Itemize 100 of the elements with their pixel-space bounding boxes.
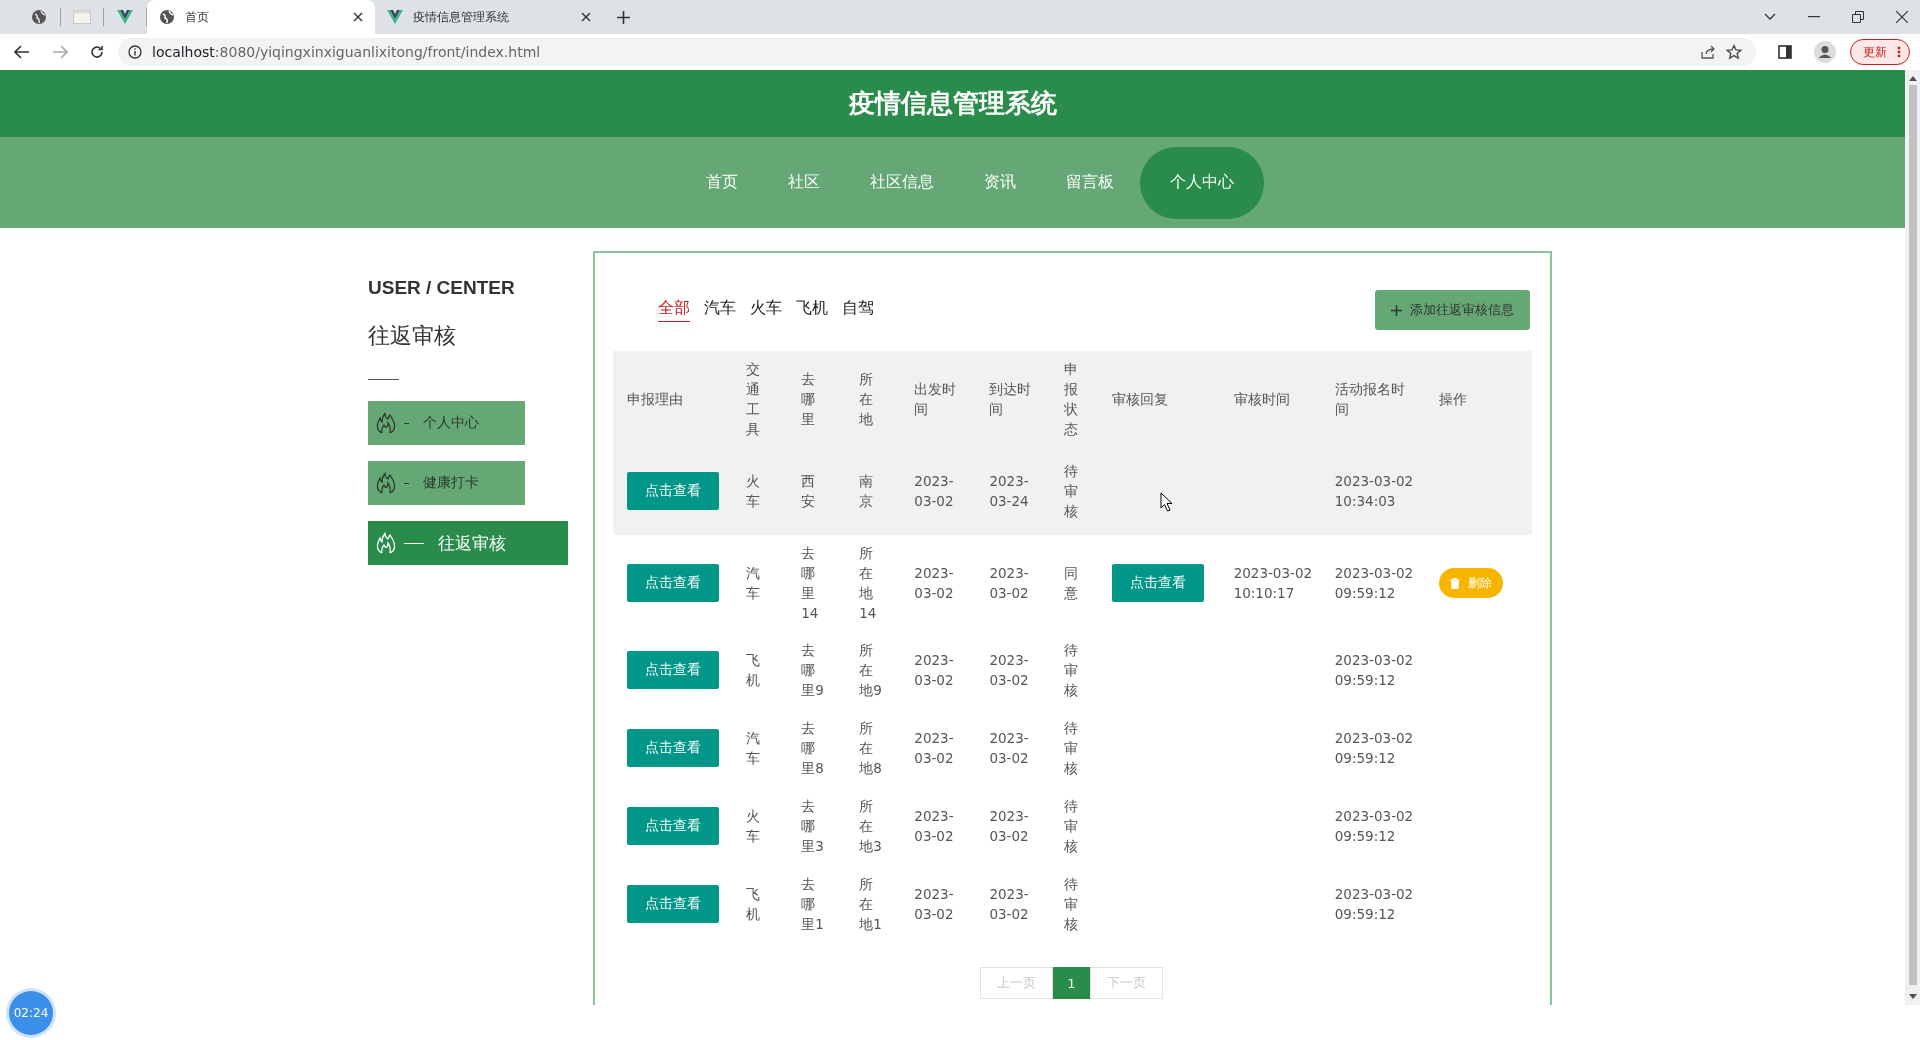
- column-header: 出发时间: [914, 380, 958, 419]
- table-cell-text: 待审核: [1064, 719, 1080, 778]
- restore-icon[interactable]: [1852, 11, 1864, 23]
- table-cell-text: 火车: [746, 472, 762, 511]
- site-title: 疫情信息管理系统: [848, 87, 1057, 120]
- vue-logo-icon: [387, 10, 403, 24]
- table-cell-text: 去哪里1: [801, 875, 825, 934]
- trash-icon: [1449, 577, 1460, 589]
- table-cell-text: 火车: [746, 807, 762, 846]
- table-cell-text: 2023-03-02: [914, 807, 955, 846]
- table-cell-text: 待审核: [1064, 641, 1080, 700]
- table-cell-text: 所在地3: [859, 797, 883, 856]
- table-cell-text: 待审核: [1064, 462, 1080, 521]
- filter-tab[interactable]: 自驾: [842, 298, 874, 322]
- table-cell-text: 待审核: [1064, 875, 1080, 934]
- scroll-up-icon[interactable]: [1908, 76, 1917, 81]
- browser-tab[interactable]: 首页: [147, 0, 375, 34]
- share-icon[interactable]: [1700, 44, 1716, 60]
- scrollbar[interactable]: [1905, 70, 1920, 1005]
- flame-icon: [376, 532, 396, 554]
- back-icon[interactable]: [14, 45, 30, 59]
- view-button[interactable]: 点击查看: [627, 729, 719, 767]
- info-icon[interactable]: [128, 45, 142, 59]
- table-cell-text: 汽车: [746, 564, 762, 603]
- view-button[interactable]: 点击查看: [627, 472, 719, 510]
- column-header: 申报理由: [627, 390, 683, 409]
- table-cell-text: 2023-03-02: [914, 472, 955, 511]
- scroll-down-icon[interactable]: [1908, 994, 1917, 999]
- reload-icon[interactable]: [90, 45, 104, 59]
- nav-item[interactable]: 留言板: [1041, 146, 1138, 219]
- sidebar-item[interactable]: 往返审核: [368, 521, 568, 565]
- filter-tab[interactable]: 火车: [750, 298, 782, 322]
- section-heading: USER / CENTER: [368, 277, 516, 299]
- column-header: 审核时间: [1233, 390, 1290, 409]
- mouse-cursor-icon: [1160, 492, 1174, 512]
- browser-tab[interactable]: 疫情信息管理系统: [375, 0, 603, 34]
- star-icon[interactable]: [1726, 44, 1742, 60]
- chevron-down-icon[interactable]: [1764, 13, 1776, 21]
- view-button[interactable]: 点击查看: [627, 807, 719, 845]
- table-cell-text: 去哪里14: [801, 544, 820, 623]
- table-cell-text: 飞机: [746, 651, 762, 690]
- filter-tab[interactable]: 汽车: [704, 298, 736, 322]
- column-header: 活动报名时间: [1334, 380, 1405, 419]
- view-button[interactable]: 点击查看: [1111, 564, 1204, 602]
- table-cell-text: 2023-03-02 09:59:12: [1334, 651, 1415, 690]
- add-button[interactable]: 添加往返审核信息: [1375, 290, 1530, 330]
- table-cell-text: 2023-03-02 09:59:12: [1334, 807, 1415, 846]
- side-panel-icon[interactable]: [1778, 45, 1792, 59]
- close-icon[interactable]: [353, 12, 363, 22]
- address-bar[interactable]: localhost:8080/yiqingxinxiguanlixitong/front/index.html: [118, 38, 1756, 66]
- update-button[interactable]: 更新: [1850, 39, 1910, 65]
- page-button[interactable]: 1: [1053, 967, 1090, 999]
- table-cell-text: 2023-03-02 10:34:03: [1334, 472, 1415, 511]
- table-cell-text: 所在地9: [859, 641, 883, 700]
- tab-title: 首页: [185, 8, 210, 26]
- table-cell-text: 西安: [801, 472, 817, 511]
- table-cell-text: 2023-03-02: [914, 651, 955, 690]
- nav-item[interactable]: 社区信息: [845, 146, 958, 219]
- new-tab-icon[interactable]: [617, 10, 630, 24]
- table-cell-text: 南京: [859, 472, 875, 511]
- table-cell-text: 2023-03-02: [989, 729, 1030, 768]
- timer-badge[interactable]: 02:24: [9, 991, 53, 1035]
- nav-item[interactable]: 个人中心: [1139, 146, 1264, 219]
- timer-text: 02:24: [13, 1006, 49, 1020]
- table-cell-text: 2023-03-02 09:59:12: [1334, 729, 1415, 768]
- sidebar-item[interactable]: 个人中心: [368, 401, 525, 445]
- table-cell-text: 去哪里9: [801, 641, 825, 700]
- column-header: 到达时间: [989, 380, 1033, 419]
- minimize-icon[interactable]: [1808, 16, 1820, 18]
- view-button[interactable]: 点击查看: [627, 564, 719, 602]
- page-icon: [73, 10, 91, 24]
- close-icon[interactable]: [1896, 11, 1908, 23]
- table-cell-text: 2023-03-02: [914, 564, 955, 603]
- table-cell-text: 所在地8: [859, 719, 883, 778]
- table-cell-text: 2023-03-02: [989, 564, 1030, 603]
- url-text: localhost:8080/yiqingxinxiguanlixitong/front/index.html: [152, 44, 541, 60]
- globe-icon: [159, 9, 175, 25]
- table-cell-text: 2023-03-02 10:10:17: [1233, 564, 1314, 603]
- table-cell-text: 去哪里8: [801, 719, 825, 778]
- view-button[interactable]: 点击查看: [627, 885, 719, 923]
- profile-icon[interactable]: [1814, 41, 1836, 63]
- table-cell-text: 2023-03-24: [989, 472, 1030, 511]
- column-header: 审核回复: [1111, 390, 1168, 409]
- nav-item[interactable]: 资讯: [959, 146, 1040, 219]
- close-icon[interactable]: [581, 12, 591, 22]
- table-cell-text: 2023-03-02: [914, 729, 955, 768]
- filter-tab[interactable]: 飞机: [796, 298, 828, 322]
- sidebar-item[interactable]: 健康打卡: [368, 461, 525, 505]
- column-header: 所在地: [859, 370, 875, 429]
- filter-tab[interactable]: 全部: [658, 298, 690, 322]
- table-cell-text: 2023-03-02: [914, 885, 955, 924]
- table-cell-text: 所在地14: [859, 544, 878, 623]
- nav-item[interactable]: 社区: [763, 146, 844, 219]
- view-button[interactable]: 点击查看: [627, 651, 719, 689]
- tab-title: 疫情信息管理系统: [413, 8, 510, 26]
- table-cell-text: 2023-03-02 09:59:12: [1334, 564, 1415, 603]
- nav-item[interactable]: 首页: [681, 146, 762, 219]
- table-cell-text: 2023-03-02: [989, 885, 1030, 924]
- table-cell-text: 汽车: [746, 729, 762, 768]
- table-cell-text: 同意: [1064, 564, 1080, 603]
